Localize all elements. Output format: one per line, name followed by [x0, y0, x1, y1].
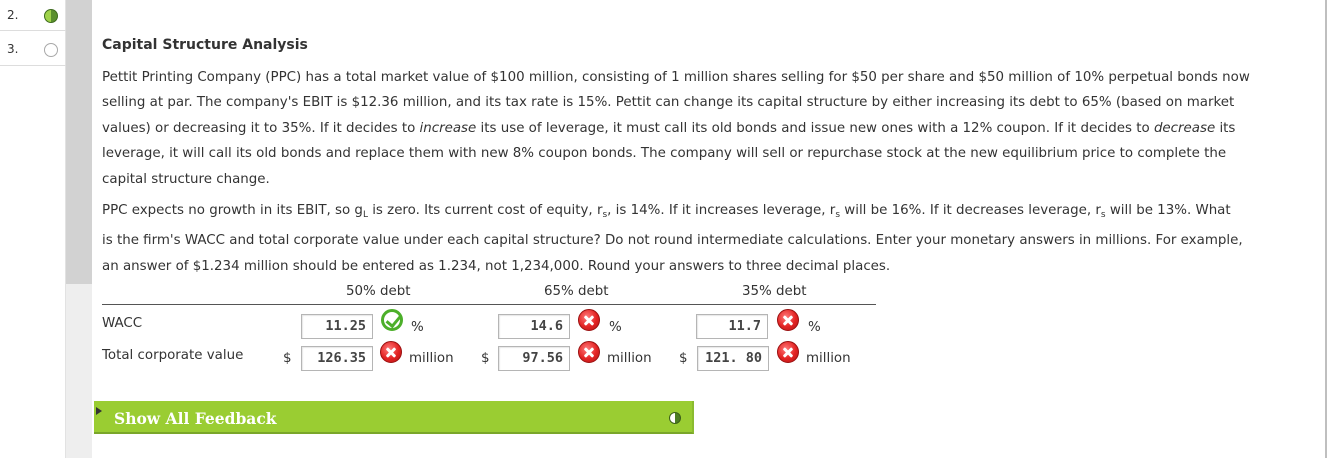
value-50-input[interactable]: 126.35	[301, 346, 373, 371]
column-header: 35% debt	[742, 284, 807, 299]
text-line: its use of leverage, it must call its ol…	[476, 120, 1154, 136]
question-item-2[interactable]: 2.	[0, 0, 66, 31]
text-line: PPC expects no growth in its EBIT, so g	[102, 203, 363, 218]
problem-title: Capital Structure Analysis	[102, 37, 308, 53]
currency-symbol: $	[679, 351, 688, 366]
row-label-total-value: Total corporate value	[102, 348, 244, 363]
unit-label: million	[409, 351, 454, 366]
text-line: is zero. Its current cost of equity, r	[367, 203, 603, 218]
incorrect-icon	[578, 309, 600, 331]
value-65-input[interactable]: 97.56	[498, 346, 570, 371]
column-header: 65% debt	[544, 284, 609, 299]
question-number: 2.	[7, 8, 19, 22]
question-list: 2. 3.	[0, 0, 66, 458]
unit-label: %	[808, 320, 821, 335]
text-line: values) or decreasing it to 35%. If it d…	[102, 120, 420, 136]
answered-status-icon	[44, 9, 58, 23]
problem-paragraph-1: Pettit Printing Company (PPC) has a tota…	[102, 65, 1314, 192]
row-label-wacc: WACC	[102, 316, 143, 331]
question-item-3[interactable]: 3.	[0, 31, 66, 66]
emphasis-text: increase	[419, 120, 477, 136]
problem-paragraph-2: PPC expects no growth in its EBIT, so gL…	[102, 198, 1314, 279]
expand-triangle-icon	[96, 407, 102, 415]
unit-label: million	[607, 351, 652, 366]
text-line: its	[1215, 120, 1236, 136]
incorrect-icon	[578, 341, 600, 363]
incorrect-icon	[777, 309, 799, 331]
text-line: is the firm's WACC and total corporate v…	[102, 233, 1243, 249]
scrollbar-thumb[interactable]	[66, 0, 92, 284]
show-all-feedback-button[interactable]: Show All Feedback	[94, 401, 694, 434]
value-35-input[interactable]: 121. 80	[697, 346, 769, 371]
text-line: Pettit Printing Company (PPC) has a tota…	[102, 70, 1250, 85]
text-line: an answer of $1.234 million should be en…	[102, 258, 891, 274]
emphasis-text: decrease	[1153, 120, 1216, 136]
text-line: will be 13%. What	[1105, 203, 1231, 218]
text-line: , is 14%. If it increases leverage, r	[607, 203, 836, 218]
correct-icon	[381, 309, 403, 331]
feedback-status-icon	[669, 412, 681, 424]
unit-label: million	[806, 351, 851, 366]
incorrect-icon	[777, 341, 799, 363]
text-line: capital structure change.	[102, 171, 270, 187]
currency-symbol: $	[283, 351, 292, 366]
feedback-label: Show All Feedback	[114, 409, 277, 428]
text-line: selling at par. The company's EBIT is $1…	[102, 95, 1235, 111]
text-line: will be 16%. If it decreases leverage, r	[840, 203, 1101, 218]
wacc-65-input[interactable]: 14.6	[498, 314, 570, 339]
text-line: leverage, it will call its old bonds and…	[102, 146, 1227, 162]
unit-label: %	[411, 320, 424, 335]
currency-symbol: $	[481, 351, 490, 366]
incorrect-icon	[380, 341, 402, 363]
unanswered-status-icon	[44, 43, 58, 57]
panel-border	[1325, 0, 1327, 458]
wacc-35-input[interactable]: 11.7	[696, 314, 768, 339]
wacc-50-input[interactable]: 11.25	[301, 314, 373, 339]
unit-label: %	[609, 320, 622, 335]
question-number: 3.	[7, 42, 19, 56]
header-divider	[102, 304, 876, 305]
column-header: 50% debt	[346, 284, 411, 299]
